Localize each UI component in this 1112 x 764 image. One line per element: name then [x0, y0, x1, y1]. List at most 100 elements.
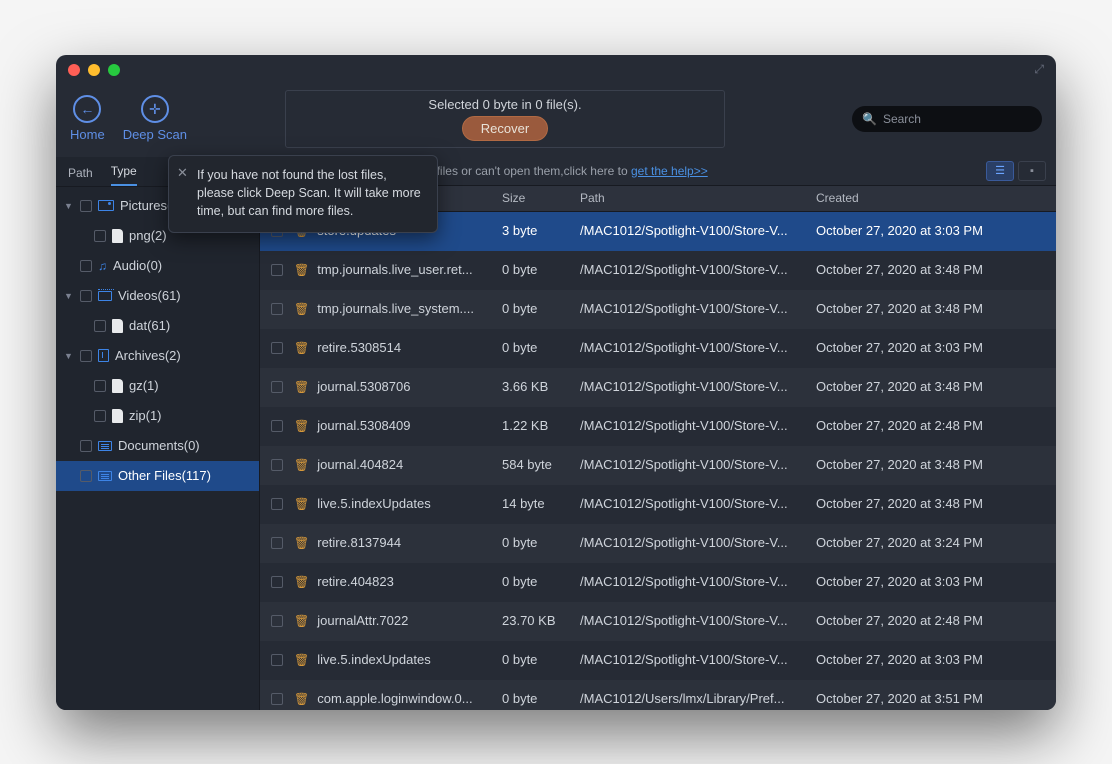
file-date: October 27, 2020 at 2:48 PM	[816, 613, 1056, 628]
file-size: 0 byte	[502, 652, 580, 667]
sidebar-item-documents[interactable]: Documents(0)	[56, 431, 259, 461]
minimize-window-button[interactable]	[88, 64, 100, 76]
file-date: October 27, 2020 at 3:48 PM	[816, 457, 1056, 472]
trash-icon: 🗑	[294, 536, 309, 550]
checkbox[interactable]	[271, 303, 283, 315]
sidebar-item-other[interactable]: Other Files(117)	[56, 461, 259, 491]
table-row[interactable]: 🗑journal.53084091.22 KB/MAC1012/Spotligh…	[260, 407, 1056, 446]
table-row[interactable]: 🗑tmp.journals.live_system....0 byte/MAC1…	[260, 290, 1056, 329]
file-size: 0 byte	[502, 535, 580, 550]
checkbox[interactable]	[271, 654, 283, 666]
close-icon[interactable]: ✕	[177, 164, 188, 183]
checkbox[interactable]	[271, 576, 283, 588]
tab-path[interactable]: Path	[68, 166, 93, 186]
file-size: 3.66 KB	[502, 379, 580, 394]
file-name: retire.404823	[317, 574, 394, 589]
list-view-button[interactable]: ☰	[986, 161, 1014, 181]
home-label: Home	[70, 127, 105, 142]
trash-icon: 🗑	[294, 341, 309, 355]
table-row[interactable]: 🗑journal.404824584 byte/MAC1012/Spotligh…	[260, 446, 1056, 485]
trash-icon: 🗑	[294, 497, 309, 511]
file-icon	[112, 229, 123, 243]
audio-icon: ♫	[98, 259, 107, 273]
popout-icon[interactable]: ⤢	[1034, 62, 1044, 77]
checkbox[interactable]	[271, 498, 283, 510]
sidebar-item-videos[interactable]: ▼Videos(61)	[56, 281, 259, 311]
sidebar-item-label: Audio(0)	[113, 258, 162, 273]
titlebar: ⤢	[56, 55, 1056, 85]
checkbox[interactable]	[94, 380, 106, 392]
sidebar-item-gz[interactable]: gz(1)	[56, 371, 259, 401]
file-date: October 27, 2020 at 2:48 PM	[816, 418, 1056, 433]
file-size: 0 byte	[502, 340, 580, 355]
table-row[interactable]: 🗑journalAttr.702223.70 KB/MAC1012/Spotli…	[260, 602, 1056, 641]
table-row[interactable]: 🗑retire.53085140 byte/MAC1012/Spotlight-…	[260, 329, 1056, 368]
sidebar-item-archives[interactable]: ▼Archives(2)	[56, 341, 259, 371]
checkbox[interactable]	[80, 470, 92, 482]
checkbox[interactable]	[94, 230, 106, 242]
table-row[interactable]: 🗑tmp.journals.live_user.ret...0 byte/MAC…	[260, 251, 1056, 290]
checkbox[interactable]	[271, 459, 283, 471]
sidebar-item-label: Other Files(117)	[118, 468, 211, 483]
app-window: ⤢ ← Home ✛ Deep Scan Selected 0 byte in …	[56, 55, 1056, 710]
home-button[interactable]: ← Home	[70, 95, 105, 142]
checkbox[interactable]	[80, 260, 92, 272]
deep-scan-button[interactable]: ✛ Deep Scan	[123, 95, 187, 142]
sidebar-item-zip[interactable]: zip(1)	[56, 401, 259, 431]
col-path[interactable]: Path	[580, 191, 816, 205]
table-row[interactable]: 🗑com.apple.loginwindow.0...0 byte/MAC101…	[260, 680, 1056, 710]
file-path: /MAC1012/Spotlight-V100/Store-V...	[580, 457, 816, 472]
file-date: October 27, 2020 at 3:48 PM	[816, 496, 1056, 511]
tab-type[interactable]: Type	[111, 164, 137, 186]
file-size: 23.70 KB	[502, 613, 580, 628]
file-date: October 27, 2020 at 3:03 PM	[816, 574, 1056, 589]
deep-scan-icon: ✛	[141, 95, 169, 123]
table-row[interactable]: 🗑retire.4048230 byte/MAC1012/Spotlight-V…	[260, 563, 1056, 602]
file-path: /MAC1012/Spotlight-V100/Store-V...	[580, 262, 816, 277]
chevron-down-icon: ▼	[64, 351, 74, 361]
checkbox[interactable]	[271, 264, 283, 276]
sidebar-item-dat[interactable]: dat(61)	[56, 311, 259, 341]
table-row[interactable]: 🗑live.5.indexUpdates14 byte/MAC1012/Spot…	[260, 485, 1056, 524]
content: Path Type ▼Pictures(2) png(2) ♫Audio(0) …	[56, 157, 1056, 710]
file-size: 14 byte	[502, 496, 580, 511]
sidebar-item-audio[interactable]: ♫ Audio(0)	[56, 251, 259, 281]
grid-view-button[interactable]: ▪	[1018, 161, 1046, 181]
file-date: October 27, 2020 at 3:03 PM	[816, 340, 1056, 355]
table-row[interactable]: 🗑journal.53087063.66 KB/MAC1012/Spotligh…	[260, 368, 1056, 407]
help-link[interactable]: get the help>>	[631, 164, 708, 178]
checkbox[interactable]	[80, 200, 92, 212]
zoom-window-button[interactable]	[108, 64, 120, 76]
video-icon	[98, 291, 112, 301]
file-path: /MAC1012/Spotlight-V100/Store-V...	[580, 418, 816, 433]
file-date: October 27, 2020 at 3:24 PM	[816, 535, 1056, 550]
recover-button[interactable]: Recover	[462, 116, 548, 141]
checkbox[interactable]	[80, 440, 92, 452]
checkbox[interactable]	[271, 342, 283, 354]
file-size: 1.22 KB	[502, 418, 580, 433]
file-name: com.apple.loginwindow.0...	[317, 691, 472, 706]
checkbox[interactable]	[271, 537, 283, 549]
checkbox[interactable]	[271, 420, 283, 432]
col-created[interactable]: Created	[816, 191, 1056, 205]
checkbox[interactable]	[271, 615, 283, 627]
search-input[interactable]: 🔍 Search	[852, 106, 1042, 132]
main-panel: Tips: If you can't find the target files…	[260, 157, 1056, 710]
col-size[interactable]: Size	[502, 191, 580, 205]
file-date: October 27, 2020 at 3:03 PM	[816, 223, 1056, 238]
table-row[interactable]: 🗑live.5.indexUpdates0 byte/MAC1012/Spotl…	[260, 641, 1056, 680]
checkbox[interactable]	[94, 320, 106, 332]
checkbox[interactable]	[271, 381, 283, 393]
file-path: /MAC1012/Spotlight-V100/Store-V...	[580, 652, 816, 667]
table-row[interactable]: 🗑retire.81379440 byte/MAC1012/Spotlight-…	[260, 524, 1056, 563]
checkbox[interactable]	[80, 350, 92, 362]
close-window-button[interactable]	[68, 64, 80, 76]
sidebar-item-label: png(2)	[129, 228, 167, 243]
checkbox[interactable]	[271, 693, 283, 705]
search-icon: 🔍	[862, 112, 877, 126]
file-size: 3 byte	[502, 223, 580, 238]
checkbox[interactable]	[80, 290, 92, 302]
deep-scan-tooltip: ✕ If you have not found the lost files, …	[168, 155, 438, 233]
checkbox[interactable]	[94, 410, 106, 422]
sidebar-item-label: gz(1)	[129, 378, 159, 393]
